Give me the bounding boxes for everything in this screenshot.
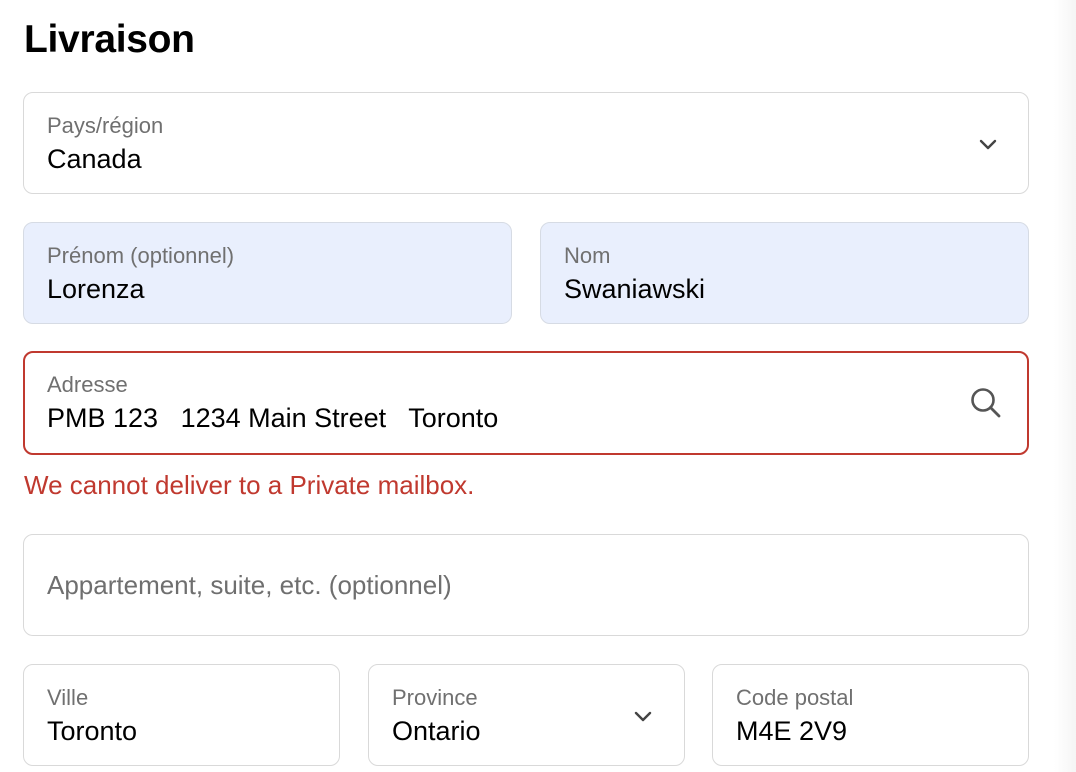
search-icon[interactable]: [969, 386, 1003, 420]
apartment-placeholder: Appartement, suite, etc. (optionnel): [47, 570, 452, 600]
postal-code-label: Code postal: [736, 685, 854, 710]
country-label: Pays/région: [47, 113, 164, 138]
postal-code-field[interactable]: Code postal M4E 2V9: [712, 664, 1029, 766]
city-label: Ville: [47, 685, 89, 710]
country-select[interactable]: Pays/région Canada: [23, 92, 1029, 194]
province-label: Province: [392, 685, 478, 710]
last-name-value: Swaniawski: [564, 274, 706, 304]
address-label: Adresse: [47, 372, 128, 397]
first-name-value: Lorenza: [47, 274, 145, 304]
first-name-field[interactable]: Prénom (optionnel) Lorenza: [23, 222, 512, 324]
province-select[interactable]: Province Ontario: [368, 664, 685, 766]
city-field[interactable]: Ville Toronto: [23, 664, 340, 766]
address-field[interactable]: Adresse PMB 123 1234 Main Street Toronto: [23, 351, 1029, 455]
last-name-field[interactable]: Nom Swaniawski: [540, 222, 1029, 324]
country-value: Canada: [47, 144, 142, 174]
city-value: Toronto: [47, 716, 138, 746]
apartment-field[interactable]: Appartement, suite, etc. (optionnel): [23, 534, 1029, 636]
section-title: Livraison: [24, 18, 195, 61]
first-name-label: Prénom (optionnel): [47, 243, 235, 268]
chevron-down-icon: [634, 711, 652, 722]
address-value: PMB 123 1234 Main Street Toronto: [47, 403, 499, 433]
postal-code-value: M4E 2V9: [736, 716, 848, 746]
address-error-message: We cannot deliver to a Private mailbox.: [24, 470, 475, 500]
last-name-label: Nom: [564, 243, 611, 268]
province-value: Ontario: [392, 716, 481, 746]
page-edge-shadow: [1054, 0, 1076, 772]
chevron-down-icon: [979, 139, 997, 150]
